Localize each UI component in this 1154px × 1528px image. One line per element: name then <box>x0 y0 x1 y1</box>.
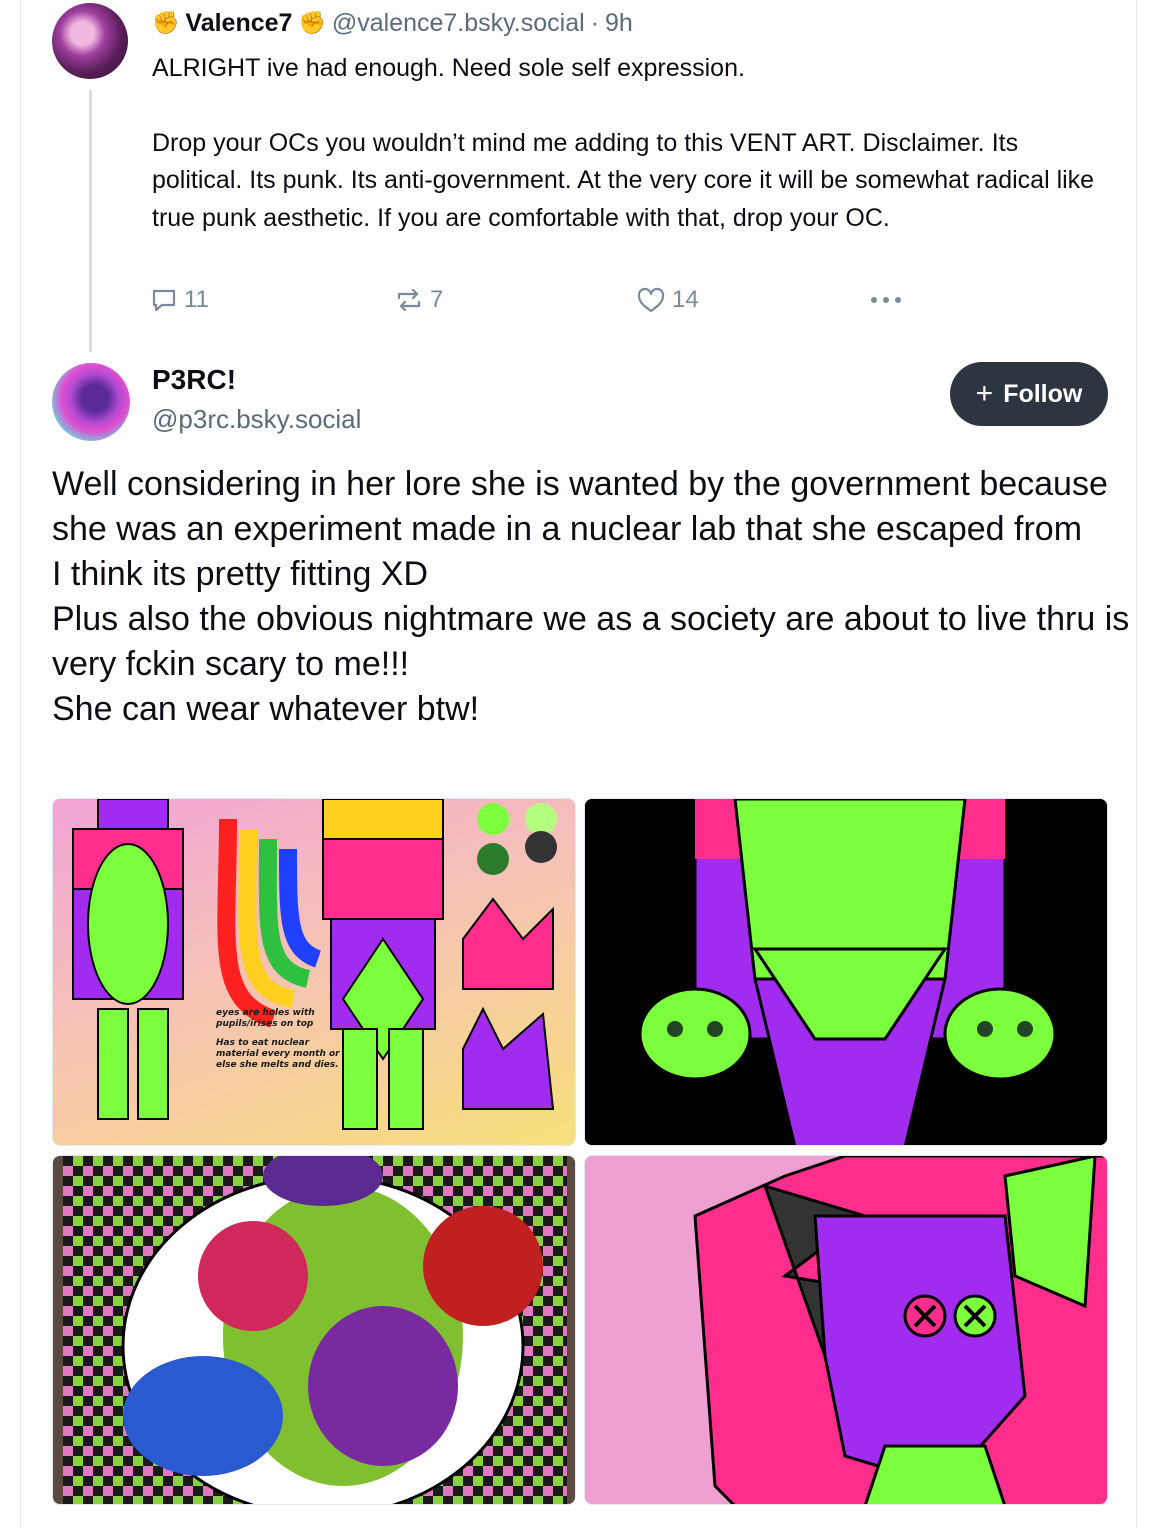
reply-count: 11 <box>184 286 209 313</box>
reply-author-handle[interactable]: @p3rc.bsky.social <box>152 404 361 435</box>
repost-button[interactable]: 7 <box>394 286 443 314</box>
parent-author-name[interactable]: Valence7 <box>185 9 292 38</box>
parent-post-text: ALRIGHT ive had enough. Need sole self e… <box>152 50 1112 237</box>
reply-post-line: She can wear whatever btw! <box>52 690 480 728</box>
like-count: 14 <box>672 286 699 313</box>
marker-drawing <box>63 1156 567 1504</box>
like-button[interactable]: 14 <box>636 286 699 314</box>
header-separator: · <box>590 8 599 37</box>
plus-icon: + <box>975 377 994 410</box>
reply-button[interactable]: 11 <box>150 286 209 314</box>
parent-post-paragraph: Drop your OCs you wouldn’t mind me addin… <box>152 128 1095 232</box>
heart-icon <box>637 287 665 313</box>
reference-sheet-notes: eyes are holes with pupils/irises on top… <box>216 1008 346 1079</box>
reply-icon <box>152 289 176 312</box>
post-image-face-closeup[interactable] <box>584 1155 1108 1505</box>
repost-icon <box>397 288 421 312</box>
parent-post-time[interactable]: 9h <box>605 9 633 38</box>
fist-emoji-icon: ✊ <box>298 10 326 35</box>
sheet-note: eyes are holes with pupils/irises on top <box>216 1008 315 1029</box>
reply-post-line: I think its pretty fitting XD <box>52 555 429 593</box>
parent-avatar[interactable] <box>52 3 128 79</box>
parent-author-handle[interactable]: @valence7.bsky.social <box>332 9 585 38</box>
reference-sheet-drawing <box>72 799 557 1130</box>
parent-post-actions: 11 7 14 <box>0 286 1154 322</box>
parent-post-line: ALRIGHT ive had enough. Need sole self e… <box>152 54 745 82</box>
post-image-marker-drawing[interactable] <box>52 1155 576 1505</box>
reply-post-line: Plus also the obvious nightmare we as a … <box>52 600 1130 683</box>
reply-post-line: Well considering in her lore she is want… <box>52 465 1108 548</box>
follow-button[interactable]: + Follow <box>950 362 1108 426</box>
more-icon <box>871 297 901 303</box>
face-closeup-drawing <box>693 1156 1107 1504</box>
follow-button-label: Follow <box>1003 379 1083 408</box>
sheet-note: Has to eat nuclear material every month … <box>216 1038 340 1070</box>
reply-avatar[interactable] <box>52 363 130 441</box>
post-image-reference-sheet[interactable] <box>52 798 576 1146</box>
post-image-body-closeup[interactable] <box>584 798 1108 1146</box>
reply-author-name[interactable]: P3RC! <box>152 364 236 396</box>
fist-emoji-icon: ✊ <box>152 10 180 35</box>
parent-post-header: ✊ Valence7 ✊ @valence7.bsky.social · 9h <box>152 6 633 40</box>
more-options-button[interactable] <box>866 286 906 314</box>
reply-post-text: Well considering in her lore she is want… <box>52 462 1132 732</box>
body-closeup-drawing <box>638 799 1057 1145</box>
repost-count: 7 <box>430 286 444 313</box>
